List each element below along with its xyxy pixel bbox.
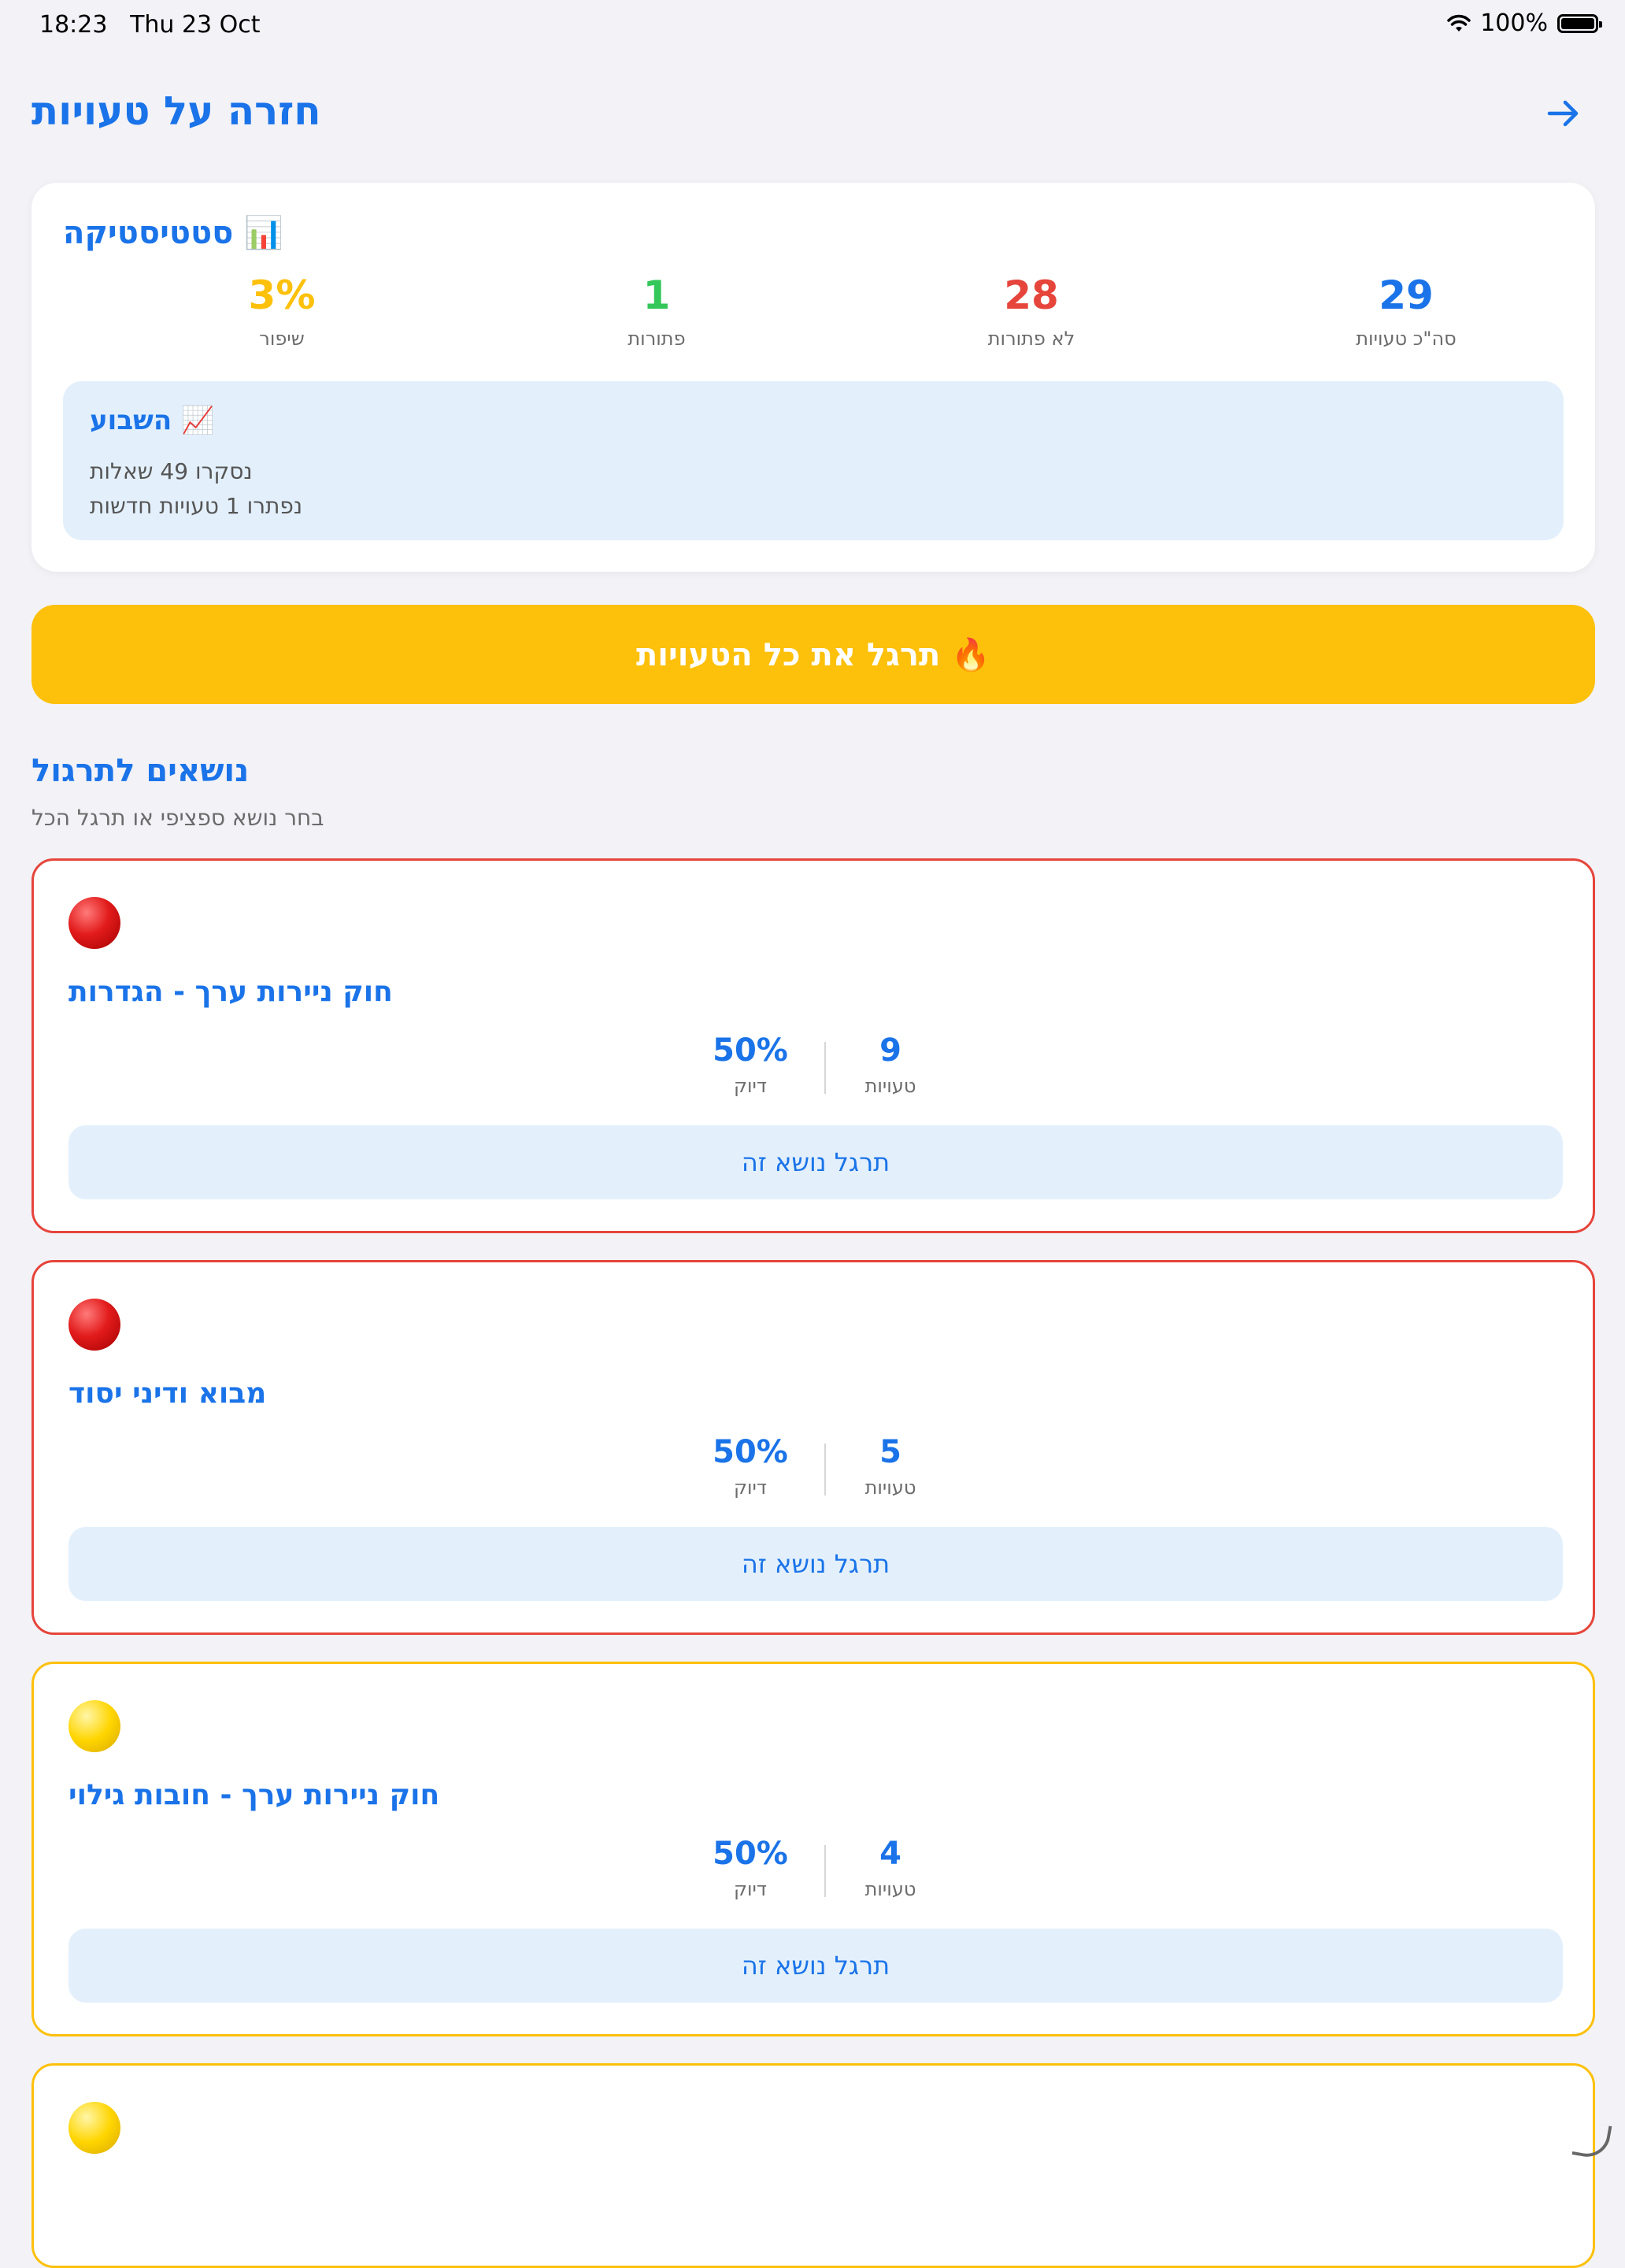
metric-accuracy: 50% דיוק xyxy=(672,1836,829,1900)
metric-mistakes: 9 טעויות xyxy=(812,1032,969,1097)
status-indicators: 100% xyxy=(1447,9,1602,37)
mistakes-value: 9 xyxy=(879,1032,901,1069)
topics-subtitle: בחר נושא ספציפי או תרגל הכל xyxy=(31,805,324,831)
topic-card: מבוא ודיני יסוד 50% דיוק 5 טעויות תרגל נ… xyxy=(31,1260,1595,1635)
stat-improvement: 3% שיפור xyxy=(124,272,439,350)
statistics-card: 📊 סטטיסטיקה 3% שיפור 1 פתורות 28 לא פתור… xyxy=(31,183,1595,572)
topic-card: חוק ניירות ערך - חובות גילוי 50% דיוק 4 … xyxy=(31,1662,1595,2036)
weekly-reviewed: נסקרו 49 שאלות xyxy=(90,458,253,484)
wifi-icon xyxy=(1447,14,1471,32)
metric-mistakes: 5 טעויות xyxy=(812,1434,969,1499)
mistakes-value: 5 xyxy=(879,1434,901,1470)
weekly-title: 📈 השבוע xyxy=(90,405,215,436)
battery-percent: 100% xyxy=(1480,9,1548,37)
topic-name: חוק ניירות ערך - הגדרות xyxy=(68,976,393,1008)
topic-name: חוק ניירות ערך - חובות גילוי xyxy=(68,1779,440,1811)
stat-label: לא פתורות xyxy=(987,328,1075,350)
practice-topic-button[interactable]: תרגל נושא זה xyxy=(68,1125,1563,1199)
stat-total: 29 סה"כ טעויות xyxy=(1249,272,1564,350)
practice-topic-button[interactable]: תרגל נושא זה xyxy=(68,1929,1563,2003)
mistakes-label: טעויות xyxy=(864,1878,916,1900)
stat-value: 3% xyxy=(248,272,316,318)
scroll-indicator-icon xyxy=(1571,2120,1612,2161)
metric-accuracy: 50% דיוק xyxy=(672,1434,829,1499)
stat-solved: 1 פתורות xyxy=(499,272,814,350)
mistakes-label: טעויות xyxy=(864,1477,916,1499)
mistakes-label: טעויות xyxy=(864,1075,916,1097)
weekly-solved: נפתרו 1 טעויות חדשות xyxy=(90,493,303,519)
topic-card-partial xyxy=(31,2063,1595,2268)
date: Thu 23 Oct xyxy=(130,11,261,39)
header: חזרה על טעויות xyxy=(0,79,1625,150)
status-bar: 18:23 Thu 23 Oct 100% xyxy=(0,0,1625,50)
topic-name: מבוא ודיני יסוד xyxy=(68,1377,267,1410)
stat-label: שיפור xyxy=(259,328,305,350)
metric-accuracy: 50% דיוק xyxy=(672,1032,829,1097)
accuracy-value: 50% xyxy=(713,1434,788,1470)
clock: 18:23 xyxy=(39,11,108,39)
accuracy-value: 50% xyxy=(713,1032,788,1069)
stat-label: פתורות xyxy=(627,328,686,350)
mistakes-value: 4 xyxy=(879,1836,901,1872)
status-time: 18:23 Thu 23 Oct xyxy=(39,11,261,39)
page-title: חזרה על טעויות xyxy=(31,88,321,134)
stat-label: סה"כ טעויות xyxy=(1356,328,1457,350)
stat-unsolved: 28 לא פתורות xyxy=(874,272,1189,350)
stat-value: 1 xyxy=(642,272,671,318)
metric-mistakes: 4 טעויות xyxy=(812,1836,969,1900)
accuracy-label: דיוק xyxy=(733,1878,768,1900)
topic-card: חוק ניירות ערך - הגדרות 50% דיוק 9 טעויו… xyxy=(31,858,1595,1233)
weekly-summary: 📈 השבוע נסקרו 49 שאלות נפתרו 1 טעויות חד… xyxy=(63,381,1564,540)
accuracy-label: דיוק xyxy=(733,1075,768,1097)
practice-topic-button[interactable]: תרגל נושא זה xyxy=(68,1527,1563,1601)
status-dot-icon xyxy=(68,897,120,949)
statistics-title: 📊 סטטיסטיקה xyxy=(63,215,284,251)
status-dot-icon xyxy=(68,1700,120,1752)
accuracy-value: 50% xyxy=(713,1836,788,1872)
stat-value: 29 xyxy=(1379,272,1434,318)
stat-value: 28 xyxy=(1004,272,1059,318)
status-dot-icon xyxy=(68,1299,120,1351)
status-dot-icon xyxy=(68,2102,120,2154)
accuracy-label: דיוק xyxy=(733,1477,768,1499)
arrow-right-icon[interactable] xyxy=(1540,90,1587,137)
topics-title: נושאים לתרגול xyxy=(31,753,250,789)
practice-all-button[interactable]: 🔥 תרגל את כל הטעויות xyxy=(31,605,1595,704)
battery-icon xyxy=(1557,13,1602,33)
